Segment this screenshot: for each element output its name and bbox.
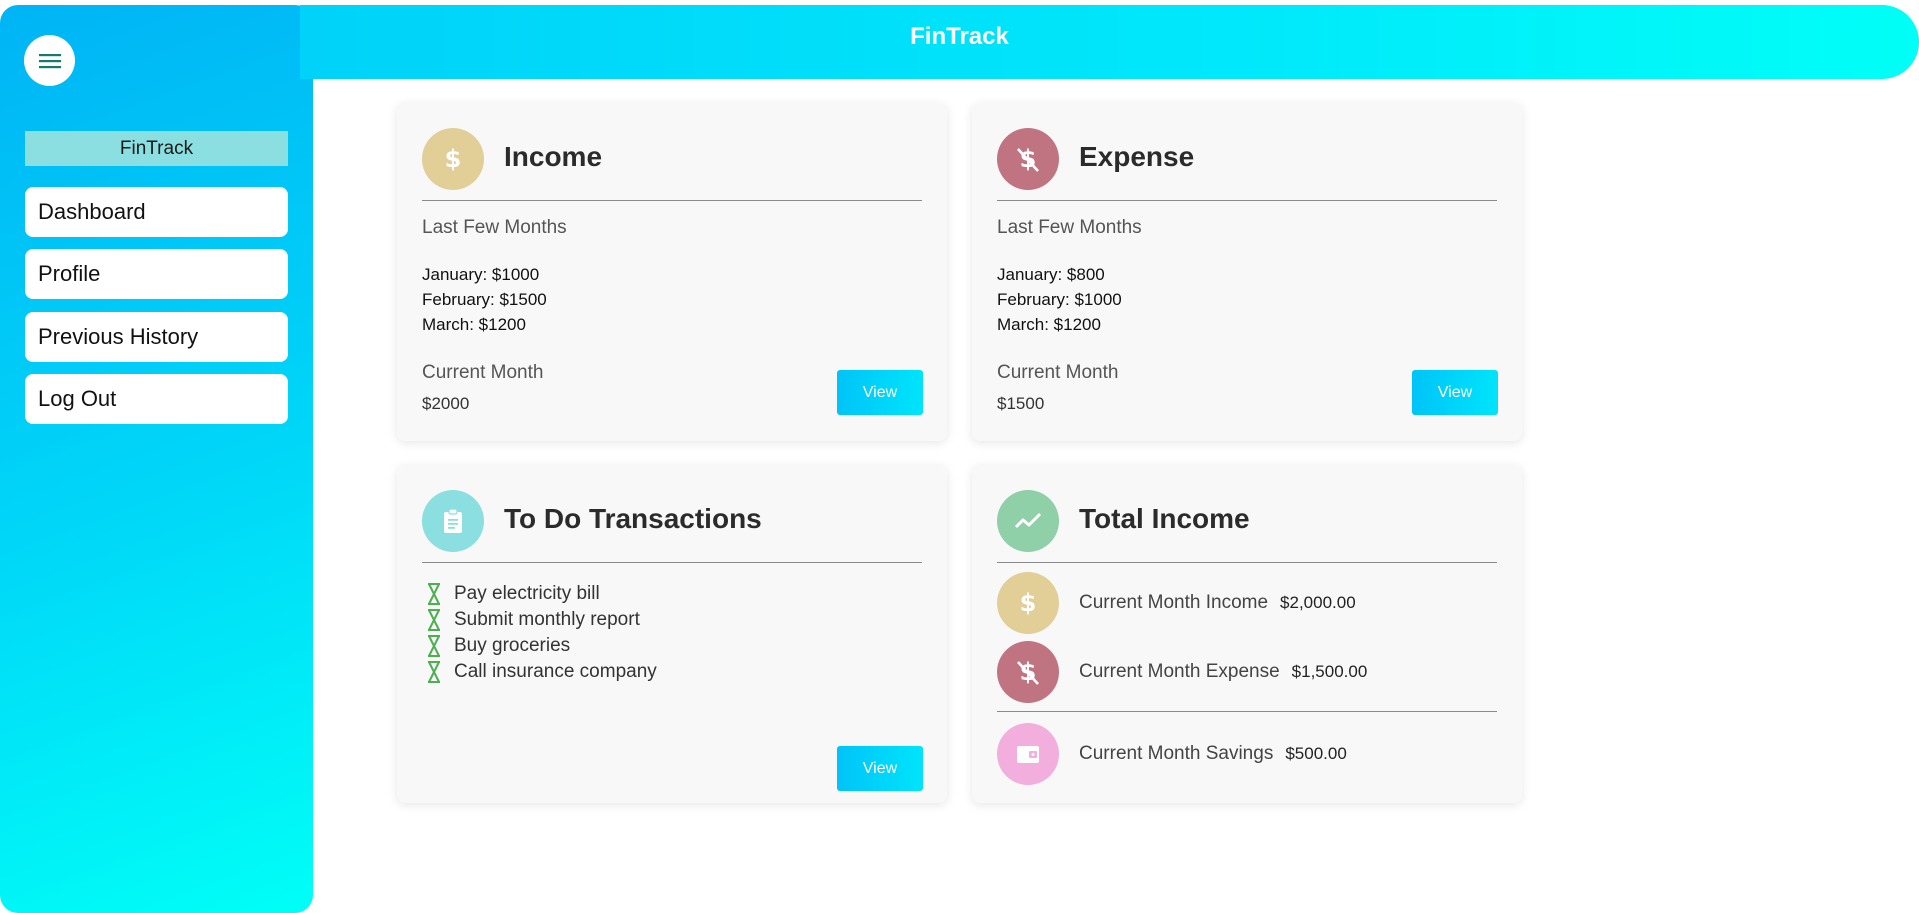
todo-item: Call insurance company bbox=[427, 660, 657, 684]
trending-up-icon bbox=[1014, 512, 1042, 529]
dollar-icon: $ bbox=[445, 145, 462, 173]
total-income-card: Total Income $ Current Month Income $2,0… bbox=[972, 465, 1522, 803]
hourglass-icon bbox=[428, 661, 440, 683]
current-month-income-label: Current Month Income bbox=[1079, 592, 1269, 613]
hourglass-icon bbox=[428, 583, 440, 605]
todo-card: To Do Transactions Pay electricity bill … bbox=[397, 465, 947, 803]
sidebar-item-log-out[interactable]: Log Out bbox=[25, 374, 288, 424]
current-month-savings-label: Current Month Savings bbox=[1079, 743, 1274, 764]
sidebar: FinTrack Dashboard Profile Previous Hist… bbox=[0, 5, 313, 913]
todo-item-label: Submit monthly report bbox=[454, 609, 640, 630]
current-month-income-value: $2,000.00 bbox=[1280, 593, 1356, 612]
income-card: $ Income Last Few Months January: $1000 … bbox=[397, 103, 947, 441]
current-month-income-row: $ Current Month Income $2,000.00 bbox=[997, 572, 1356, 634]
clipboard-icon bbox=[444, 508, 462, 533]
expense-month-1: January: $800 bbox=[997, 265, 1105, 284]
todo-item: Submit monthly report bbox=[427, 608, 640, 632]
income-current-value: $2000 bbox=[422, 394, 470, 413]
income-icon-badge: $ bbox=[422, 128, 484, 190]
sidebar-item-profile[interactable]: Profile bbox=[25, 249, 288, 299]
savings-divider bbox=[997, 711, 1497, 712]
expense-row-badge: $ bbox=[997, 641, 1059, 703]
income-divider bbox=[422, 200, 922, 201]
income-title: Income bbox=[504, 141, 603, 172]
svg-text:$: $ bbox=[445, 145, 462, 173]
expense-card: $ Expense Last Few Months January: $800 … bbox=[972, 103, 1522, 441]
todo-view-button[interactable]: View bbox=[837, 746, 923, 791]
total-income-divider bbox=[997, 562, 1497, 563]
expense-subtitle: Last Few Months bbox=[997, 217, 1142, 238]
todo-divider bbox=[422, 562, 922, 563]
todo-title: To Do Transactions bbox=[504, 503, 762, 534]
todo-item-label: Call insurance company bbox=[454, 661, 657, 682]
income-subtitle: Last Few Months bbox=[422, 217, 567, 238]
todo-icon-badge bbox=[422, 490, 484, 552]
expense-month-3: March: $1200 bbox=[997, 315, 1101, 334]
savings-row-badge bbox=[997, 723, 1059, 785]
income-current-label: Current Month bbox=[422, 362, 544, 383]
menu-button[interactable] bbox=[24, 35, 75, 86]
hourglass-icon bbox=[428, 609, 440, 631]
expense-month-2: February: $1000 bbox=[997, 290, 1122, 309]
current-month-savings-value: $500.00 bbox=[1285, 744, 1347, 763]
todo-item-label: Buy groceries bbox=[454, 635, 571, 656]
todo-item: Buy groceries bbox=[427, 634, 570, 658]
money-off-icon: $ bbox=[1017, 658, 1039, 686]
hamburger-menu-icon bbox=[38, 53, 61, 68]
current-month-expense-label: Current Month Expense bbox=[1079, 661, 1280, 682]
expense-current-value: $1500 bbox=[997, 394, 1045, 413]
todo-item: Pay electricity bill bbox=[427, 582, 600, 606]
income-month-3: March: $1200 bbox=[422, 315, 526, 334]
expense-icon-badge: $ bbox=[997, 128, 1059, 190]
current-month-expense-value: $1,500.00 bbox=[1291, 662, 1368, 681]
dollar-icon: $ bbox=[1020, 589, 1037, 617]
expense-current-label: Current Month bbox=[997, 362, 1119, 383]
hourglass-icon bbox=[428, 635, 440, 657]
income-month-1: January: $1000 bbox=[422, 265, 540, 284]
expense-divider bbox=[997, 200, 1497, 201]
expense-view-button[interactable]: View bbox=[1412, 370, 1498, 415]
sidebar-item-dashboard[interactable]: Dashboard bbox=[25, 187, 288, 237]
total-income-icon-badge bbox=[997, 490, 1059, 552]
income-month-2: February: $1500 bbox=[422, 290, 547, 309]
svg-text:$: $ bbox=[1020, 589, 1037, 617]
todo-item-label: Pay electricity bill bbox=[454, 583, 600, 604]
expense-title: Expense bbox=[1079, 141, 1195, 172]
wallet-icon bbox=[1017, 746, 1039, 763]
app-title: FinTrack bbox=[910, 23, 1009, 50]
income-row-badge: $ bbox=[997, 572, 1059, 634]
sidebar-brand: FinTrack bbox=[25, 131, 288, 166]
sidebar-item-previous-history[interactable]: Previous History bbox=[25, 312, 288, 362]
money-off-icon: $ bbox=[1017, 145, 1039, 173]
total-income-title: Total Income bbox=[1079, 503, 1250, 534]
income-view-button[interactable]: View bbox=[837, 370, 923, 415]
current-month-expense-row: $ Current Month Expense $1,500.00 bbox=[997, 641, 1367, 703]
current-month-savings-row: Current Month Savings $500.00 bbox=[997, 723, 1347, 785]
top-header: FinTrack bbox=[300, 5, 1919, 79]
